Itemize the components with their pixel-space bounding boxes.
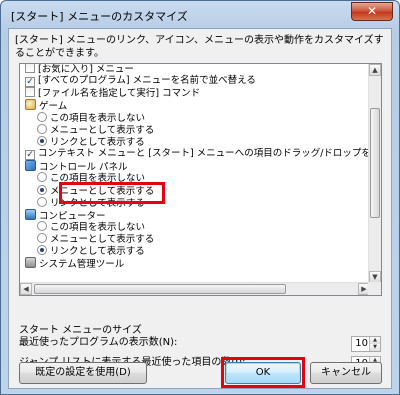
- checkbox-unchecked[interactable]: [25, 87, 35, 98]
- computer-icon: [25, 208, 36, 220]
- radio-unselected[interactable]: [37, 196, 47, 207]
- option-label: リンクとして表示する: [50, 246, 145, 258]
- horizontal-scroll-thumb[interactable]: [34, 284, 286, 294]
- options-list-content: [お気に入り] メニュー ✓ [すべてのプログラム] メニューを名前で並べ替える [フ…: [20, 64, 370, 283]
- radio-unselected[interactable]: [37, 172, 47, 183]
- recent-programs-up-button[interactable]: ▲: [369, 337, 380, 344]
- admin-tools-icon: [25, 257, 36, 269]
- option-label: コンテキスト メニューと [スタート] メニューへの項目のドラッグ/ドロップを有…: [38, 148, 370, 160]
- start-menu-size-title: スタート メニューのサイズ: [19, 325, 142, 336]
- radio-selected[interactable]: [37, 245, 47, 256]
- radio-option[interactable]: この項目を表示しない: [37, 220, 146, 233]
- option-label: リンクとして表示する: [50, 136, 145, 148]
- dialog-title: [スタート] メニューのカスタマイズ: [11, 10, 188, 23]
- option-group-header: コンピューター: [25, 208, 106, 222]
- option-group-header: システム管理ツール: [25, 257, 125, 271]
- radio-option[interactable]: リンクとして表示する: [37, 245, 145, 257]
- radio-unselected[interactable]: [37, 220, 47, 231]
- option-label: [お気に入り] メニュー: [38, 64, 134, 75]
- recent-programs-down-button[interactable]: ▼: [369, 344, 380, 351]
- option-group-header: ゲーム: [25, 99, 67, 112]
- checkbox-option[interactable]: ✓ [すべてのプログラム] メニューを名前で並べ替える: [25, 75, 256, 88]
- recent-programs-label: 最近使ったプログラムの表示数(N):: [19, 337, 178, 348]
- horizontal-scrollbar[interactable]: ◀ ▶: [20, 282, 370, 295]
- radio-selected[interactable]: [37, 135, 47, 146]
- option-label: [すべてのプログラム] メニューを名前で並べ替える: [38, 75, 256, 87]
- control-panel-icon: [25, 160, 36, 172]
- option-label: この項目を表示しない: [50, 112, 146, 124]
- menu-option-highlight: [59, 182, 165, 204]
- vertical-scroll-thumb[interactable]: [370, 108, 380, 218]
- checkbox-option[interactable]: ✓ コンテキスト メニューと [スタート] メニューへの項目のドラッグ/ドロップを…: [25, 148, 370, 161]
- radio-unselected[interactable]: [37, 123, 47, 134]
- option-group-header: コントロール パネル: [25, 160, 128, 173]
- cancel-button[interactable]: キャンセル: [310, 362, 382, 384]
- checkbox-option[interactable]: [ファイル名を指定して実行] コマンド: [25, 87, 200, 99]
- use-default-settings-button[interactable]: 既定の設定を使用(D): [19, 362, 147, 384]
- option-label: メニューとして表示する: [50, 124, 155, 136]
- scrollbar-corner: [368, 282, 381, 295]
- game-icon: [25, 99, 36, 111]
- radio-option[interactable]: リンクとして表示する: [37, 135, 145, 148]
- radio-option[interactable]: メニューとして表示する: [37, 123, 155, 136]
- checkbox-option[interactable]: [お気に入り] メニュー: [25, 64, 134, 75]
- dialog-body: [スタート] メニューのリンク、アイコン、メニューの表示や動作をカスタマイズする…: [8, 28, 392, 389]
- checkbox-unchecked[interactable]: [25, 64, 35, 73]
- radio-unselected[interactable]: [37, 233, 47, 244]
- description-text: [スタート] メニューのリンク、アイコン、メニューの表示や動作をカスタマイズする…: [15, 35, 384, 59]
- scroll-up-button[interactable]: ▲: [369, 64, 381, 76]
- recent-programs-value[interactable]: 10: [355, 337, 368, 351]
- options-list[interactable]: [お気に入り] メニュー ✓ [すべてのプログラム] メニューを名前で並べ替える [フ…: [19, 63, 382, 296]
- title-bar[interactable]: [スタート] メニューのカスタマイズ ✕: [1, 1, 399, 27]
- checkbox-checked[interactable]: ✓: [25, 150, 35, 161]
- dialog-window: [スタート] メニューのカスタマイズ ✕ [スタート] メニューのリンク、アイコ…: [0, 0, 400, 395]
- radio-unselected[interactable]: [37, 111, 47, 122]
- option-label: この項目を表示しない: [50, 221, 146, 233]
- option-label: システム管理ツール: [39, 259, 125, 271]
- vertical-scrollbar[interactable]: ▲ ▼: [368, 64, 381, 283]
- ok-button-highlight: [221, 357, 305, 388]
- recent-programs-spinner[interactable]: 10 ▲ ▼: [351, 336, 381, 352]
- recent-programs-row: 最近使ったプログラムの表示数(N): 10 ▲ ▼: [19, 336, 381, 352]
- scroll-left-button[interactable]: ◀: [20, 283, 32, 295]
- radio-option[interactable]: この項目を表示しない: [37, 111, 146, 124]
- radio-option[interactable]: メニューとして表示する: [37, 233, 154, 245]
- checkbox-checked[interactable]: ✓: [25, 77, 35, 88]
- close-button[interactable]: ✕: [351, 2, 393, 21]
- option-label: メニューとして表示する: [50, 234, 155, 246]
- radio-selected[interactable]: [37, 184, 47, 195]
- option-label: [ファイル名を指定して実行] コマンド: [38, 88, 201, 100]
